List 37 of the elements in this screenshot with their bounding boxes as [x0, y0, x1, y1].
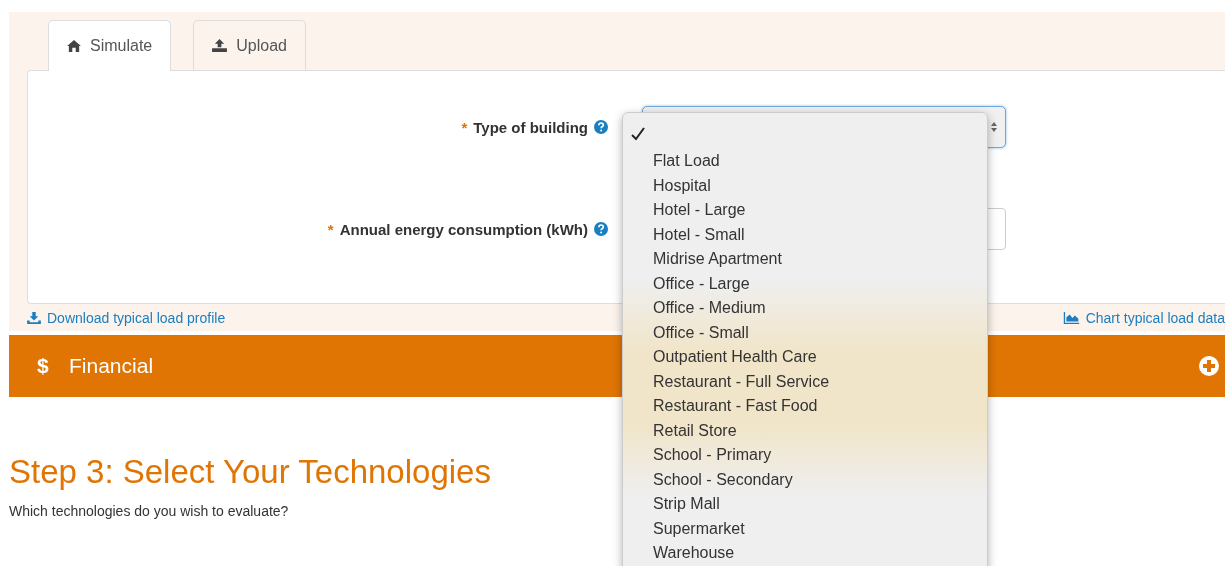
dropdown-option[interactable]: Hotel - Large [623, 198, 987, 223]
dropdown-option[interactable]: Office - Large [623, 271, 987, 296]
dropdown-option[interactable]: Restaurant - Fast Food [623, 394, 987, 419]
dropdown-option[interactable]: School - Secondary [623, 467, 987, 492]
step-heading: Step 3: Select Your Technologies [9, 453, 491, 491]
question-text: Which technologies do you wish to evaluate? [9, 503, 289, 519]
tab[interactable]: Upload [193, 20, 306, 70]
dropdown-option[interactable]: Hospital [623, 173, 987, 198]
dropdown-option[interactable]: Retail Store [623, 418, 987, 443]
dropdown-option[interactable]: Midrise Apartment [623, 247, 987, 272]
download-link[interactable]: Download typical load profile [27, 310, 226, 326]
dropdown-option[interactable]: Outpatient Health Care [623, 345, 987, 370]
chart-link[interactable]: Chart typical load data [1062, 310, 1225, 326]
help-icon[interactable] [594, 222, 608, 236]
dropdown-option[interactable]: Warehouse [623, 541, 987, 566]
dropdown-option[interactable]: Office - Medium [623, 296, 987, 321]
download-icon [27, 312, 41, 324]
dropdown-option[interactable]: Strip Mall [623, 492, 987, 517]
dropdown-option[interactable]: Flat Load [623, 149, 987, 174]
home-icon [67, 40, 81, 52]
field-label: Type of building [473, 118, 588, 136]
tab[interactable]: Simulate [48, 20, 172, 71]
dropdown-option[interactable]: Restaurant - Full Service [623, 369, 987, 394]
field-label: Annual energy consumption (kWh) [339, 220, 588, 238]
required-mark: * [461, 118, 468, 136]
help-icon[interactable] [594, 120, 608, 134]
dollar-sign: $ [37, 354, 50, 378]
dropdown-option[interactable]: Hotel - Small [623, 222, 987, 247]
required-mark: * [327, 220, 334, 238]
plus-circle-icon[interactable] [1199, 356, 1219, 376]
select-arrows-icon [991, 122, 997, 132]
area-chart-icon [1062, 312, 1080, 324]
upload-icon [212, 39, 228, 52]
section-title: Financial [69, 354, 154, 378]
checkmark-icon [631, 127, 645, 141]
dropdown-option[interactable]: Supermarket [623, 516, 987, 541]
dropdown-option[interactable]: School - Primary [623, 443, 987, 468]
